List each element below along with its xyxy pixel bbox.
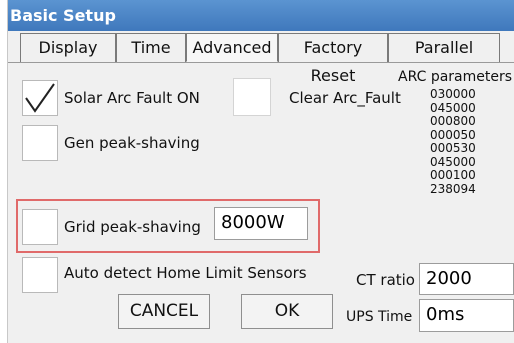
tab-display[interactable]: Display bbox=[20, 33, 116, 62]
solar-arc-fault-checkbox[interactable] bbox=[22, 80, 58, 116]
arc-parameter-value: 000800 bbox=[430, 114, 476, 128]
arc-parameter-value: 000530 bbox=[430, 141, 476, 155]
grid-peak-shaving-checkbox[interactable] bbox=[22, 209, 58, 245]
arc-parameters-title: ARC parameters bbox=[398, 69, 513, 85]
arc-parameter-value: 238094 bbox=[430, 181, 476, 196]
arc-parameters-list: 030000 045000 000800 000050 000530 04500… bbox=[430, 87, 476, 196]
window-title: Basic Setup bbox=[8, 0, 514, 31]
checkmark-icon bbox=[25, 83, 55, 113]
arc-parameter-value: 000100 bbox=[430, 168, 476, 182]
ct-ratio-input[interactable]: 2000 bbox=[419, 263, 514, 295]
clear-arc-fault-label: Clear Arc_Fault bbox=[289, 89, 401, 107]
arc-parameter-value: 045000 bbox=[430, 154, 476, 169]
ups-time-label: UPS Time bbox=[346, 309, 413, 325]
tab-time[interactable]: Time bbox=[116, 33, 186, 62]
arc-parameter-value: 000050 bbox=[430, 127, 476, 142]
grid-peak-shaving-label: Grid peak-shaving bbox=[64, 218, 201, 236]
gen-peak-shaving-label: Gen peak-shaving bbox=[64, 134, 200, 152]
ok-button[interactable]: OK bbox=[241, 294, 333, 329]
tab-factory-reset[interactable]: Factory Reset bbox=[278, 33, 388, 85]
auto-detect-checkbox[interactable] bbox=[22, 257, 58, 293]
ct-ratio-label: CT ratio bbox=[356, 271, 415, 289]
tab-divider bbox=[8, 62, 514, 63]
clear-arc-fault-button[interactable] bbox=[233, 78, 271, 116]
grid-peak-shaving-power-input[interactable]: 8000W bbox=[214, 207, 308, 240]
tab-advanced[interactable]: Advanced bbox=[186, 33, 278, 62]
tab-parallel[interactable]: Parallel bbox=[388, 33, 500, 62]
cancel-button[interactable]: CANCEL bbox=[118, 294, 210, 329]
ups-time-input[interactable]: 0ms bbox=[419, 299, 514, 332]
arc-parameter-value: 030000 bbox=[430, 87, 476, 101]
solar-arc-fault-label: Solar Arc Fault ON bbox=[64, 89, 200, 107]
gen-peak-shaving-checkbox[interactable] bbox=[22, 125, 58, 161]
arc-parameter-value: 045000 bbox=[430, 100, 476, 115]
auto-detect-label: Auto detect Home Limit Sensors bbox=[64, 264, 307, 282]
window-left-edge bbox=[0, 0, 8, 343]
